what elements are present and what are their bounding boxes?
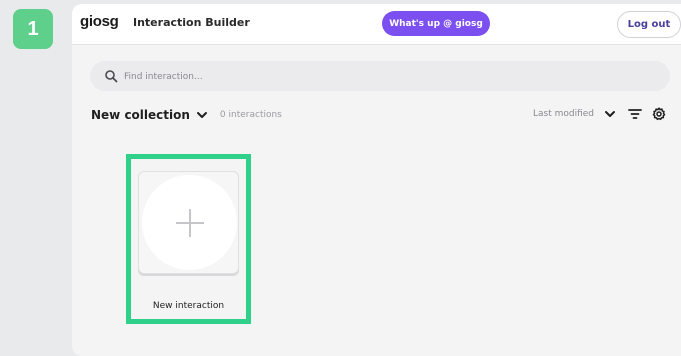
- plus-icon[interactable]: [174, 207, 206, 239]
- whats-up-button[interactable]: What's up @ giosg: [382, 11, 490, 36]
- gear-icon[interactable]: [652, 107, 666, 121]
- chevron-down-icon[interactable]: [604, 108, 616, 120]
- search-bar[interactable]: [90, 61, 670, 93]
- collection-name[interactable]: New collection: [91, 108, 190, 122]
- step-number-badge: 1: [13, 9, 53, 49]
- card-circle: [142, 175, 237, 270]
- sort-controls: Last modified: [533, 107, 666, 121]
- new-interaction-label[interactable]: New interaction: [126, 301, 251, 311]
- new-interaction-card[interactable]: [138, 171, 239, 274]
- search-input[interactable]: [122, 61, 526, 93]
- app-window: giosg Interaction Builder What's up @ gi…: [72, 4, 681, 356]
- app-title: Interaction Builder: [133, 16, 250, 29]
- interaction-count: 0 interactions: [219, 110, 282, 120]
- top-bar: giosg Interaction Builder What's up @ gi…: [72, 4, 681, 45]
- giosg-logo[interactable]: giosg: [80, 13, 119, 30]
- search-icon: [105, 70, 118, 83]
- chevron-down-icon[interactable]: [196, 109, 208, 121]
- filter-icon[interactable]: [628, 108, 642, 120]
- collection-selector[interactable]: New collection 0 interactions: [91, 108, 282, 122]
- sort-label[interactable]: Last modified: [533, 109, 594, 119]
- logout-button[interactable]: Log out: [617, 11, 681, 38]
